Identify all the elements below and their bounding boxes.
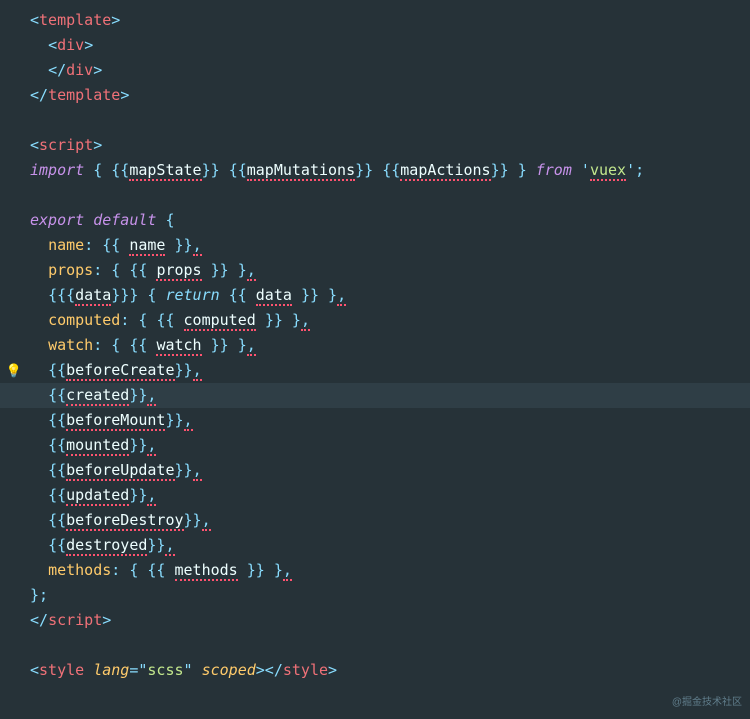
blank-line xyxy=(0,183,750,208)
code-line: import { {{mapState}} {{mapMutations}} {… xyxy=(0,158,750,183)
code-line-current: {{created}}, xyxy=(0,383,750,408)
code-line: <style lang="scss" scoped></style> xyxy=(0,658,750,683)
watermark: @掘金技术社区 xyxy=(672,690,742,715)
code-line: <template> xyxy=(0,8,750,33)
code-line: name: {{ name }}, xyxy=(0,233,750,258)
code-line: props: { {{ props }} }, xyxy=(0,258,750,283)
code-line: watch: { {{ watch }} }, xyxy=(0,333,750,358)
code-line: 💡 {{beforeCreate}}, xyxy=(0,358,750,383)
code-line: computed: { {{ computed }} }, xyxy=(0,308,750,333)
blank-line xyxy=(0,108,750,133)
code-line: </script> xyxy=(0,608,750,633)
code-line: {{mounted}}, xyxy=(0,433,750,458)
blank-line xyxy=(0,633,750,658)
code-line: methods: { {{ methods }} }, xyxy=(0,558,750,583)
code-line: {{updated}}, xyxy=(0,483,750,508)
code-editor[interactable]: <template> <div> </div> </template> <scr… xyxy=(0,8,750,683)
code-line: {{destroyed}}, xyxy=(0,533,750,558)
code-line: {{{data}}} { return {{ data }} }, xyxy=(0,283,750,308)
code-line: <script> xyxy=(0,133,750,158)
code-line: export default { xyxy=(0,208,750,233)
code-line: {{beforeMount}}, xyxy=(0,408,750,433)
code-line: {{beforeDestroy}}, xyxy=(0,508,750,533)
code-line: </template> xyxy=(0,83,750,108)
lightbulb-icon[interactable]: 💡 xyxy=(4,358,24,384)
code-line: <div> xyxy=(0,33,750,58)
code-line: {{beforeUpdate}}, xyxy=(0,458,750,483)
code-line: </div> xyxy=(0,58,750,83)
code-line: }; xyxy=(0,583,750,608)
